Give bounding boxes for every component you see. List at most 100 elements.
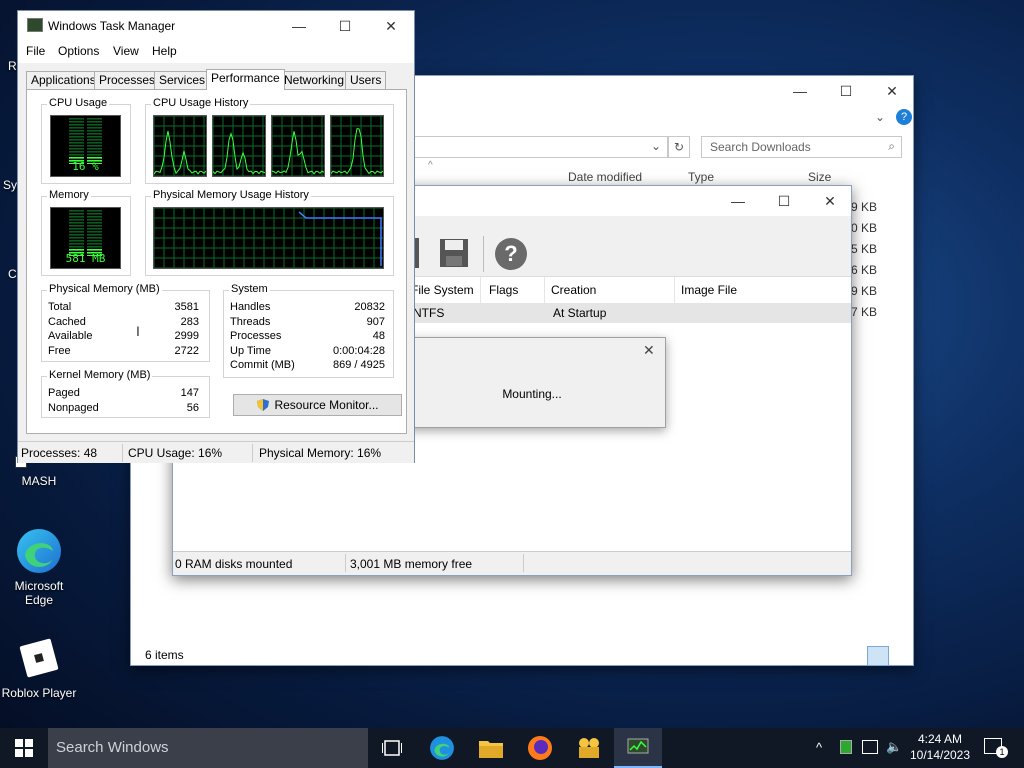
save-icon[interactable] <box>439 238 469 268</box>
media-app-icon[interactable] <box>565 728 613 768</box>
stat-row: Free 2722 <box>48 345 199 357</box>
tab-networking[interactable]: Networking <box>279 71 350 89</box>
maximize-button[interactable]: ☐ <box>823 76 869 106</box>
details-view-icon[interactable] <box>867 646 889 666</box>
system-label: System <box>229 283 270 295</box>
maximize-button[interactable]: ☐ <box>322 11 368 41</box>
desktop-icon-roblox[interactable]: Roblox Player <box>1 634 77 700</box>
column-header-date[interactable]: Date modified <box>568 170 642 184</box>
minimize-button[interactable]: — <box>276 11 322 41</box>
menu-help[interactable]: Help <box>152 44 177 58</box>
tab-applications[interactable]: Applications <box>26 71 101 89</box>
search-input[interactable]: Search Downloads ⌕ <box>701 136 902 158</box>
column-header-creation[interactable]: Creation <box>545 277 675 303</box>
column-header-type[interactable]: Type <box>688 170 714 184</box>
resource-monitor-button[interactable]: Resource Monitor... <box>233 394 402 416</box>
column-header-flags[interactable]: Flags <box>483 277 545 303</box>
help-icon[interactable]: ? <box>495 238 527 270</box>
stat-row: Cached 283 <box>48 316 199 328</box>
minimize-button[interactable]: — <box>777 76 823 106</box>
roblox-icon <box>15 634 63 682</box>
menu-options[interactable]: Options <box>58 44 99 58</box>
tab-processes[interactable]: Processes <box>94 71 161 89</box>
close-button[interactable]: ✕ <box>807 186 853 216</box>
file-explorer-icon[interactable] <box>467 728 515 768</box>
cpu-usage-label: CPU Usage <box>47 97 110 109</box>
help-icon[interactable]: ? <box>896 109 912 125</box>
tab-users[interactable]: Users <box>345 71 387 89</box>
status-memory: Physical Memory: 16% <box>259 446 382 460</box>
tray-app-icon[interactable] <box>840 740 852 754</box>
tray-chevron-up-icon[interactable]: ^ <box>816 740 822 755</box>
clock[interactable]: 4:24 AM 10/14/2023 <box>906 731 974 763</box>
cpu-usage-group: CPU Usage 16 % <box>41 97 131 184</box>
task-manager-window[interactable]: Windows Task Manager — ☐ ✕ File Options … <box>17 10 415 463</box>
stat-row: Total 3581 <box>48 301 199 313</box>
firefox-icon[interactable] <box>516 728 564 768</box>
chevron-down-icon[interactable]: ⌄ <box>651 139 661 153</box>
minimize-button[interactable]: — <box>715 186 761 216</box>
address-bar[interactable]: ⌄ <box>411 136 668 158</box>
volume-muted-icon[interactable]: 🔈 <box>886 739 902 755</box>
text-cursor-icon: I <box>136 323 140 339</box>
physical-memory-label: Physical Memory (MB) <box>47 283 162 295</box>
cpu-history-graph-core <box>330 115 384 177</box>
edge-taskbar-icon[interactable] <box>418 728 466 768</box>
refresh-icon[interactable]: ↻ <box>668 136 690 158</box>
memory-history-label: Physical Memory Usage History <box>151 189 311 201</box>
start-button[interactable] <box>0 728 48 768</box>
cpu-history-graph-core <box>271 115 325 177</box>
kernel-memory-group: Kernel Memory (MB) Paged 147 Nonpaged 56 <box>41 369 210 418</box>
status-cpu: CPU Usage: 16% <box>128 446 223 460</box>
size-cell: 5 KB <box>851 242 878 256</box>
column-header-image-file[interactable]: Image File <box>675 277 851 303</box>
status-memory-free: 3,001 MB memory free <box>350 557 473 571</box>
menu-view[interactable]: View <box>113 44 139 58</box>
cpu-usage-meter: 16 % <box>50 115 121 177</box>
stat-row: Available 2999 <box>48 330 199 342</box>
stat-row: Processes 48 <box>230 330 385 342</box>
mounting-dialog[interactable]: ✕ Mounting... <box>398 337 666 428</box>
size-cell: 9 KB <box>851 200 878 214</box>
sort-up-icon: ^ <box>428 160 433 171</box>
close-button[interactable]: ✕ <box>368 11 414 41</box>
status-disks-mounted: 0 RAM disks mounted <box>175 557 293 571</box>
desktop-icon-label: MASH <box>21 474 57 488</box>
size-cell: 0 KB <box>851 221 878 235</box>
column-header-size[interactable]: Size <box>808 170 831 184</box>
task-manager-taskbar-icon[interactable] <box>614 728 662 768</box>
search-placeholder: Search Downloads <box>710 140 811 154</box>
column-header-filesystem[interactable]: File System <box>405 277 481 303</box>
cpu-history-label: CPU Usage History <box>151 97 251 109</box>
memory-label: Memory <box>47 189 91 201</box>
menu-file[interactable]: File <box>26 44 45 58</box>
shield-icon <box>257 399 270 411</box>
ribbon-expand-icon[interactable]: ⌄ <box>875 110 885 124</box>
edge-icon <box>15 527 63 575</box>
search-icon: ⌕ <box>888 139 895 153</box>
performance-page: CPU Usage 16 % CPU Usage History Memory … <box>26 89 407 434</box>
task-view-icon[interactable] <box>368 728 416 768</box>
tab-performance[interactable]: Performance <box>206 69 285 90</box>
task-manager-icon <box>27 18 43 32</box>
network-icon[interactable] <box>862 740 878 754</box>
memory-history-graph <box>153 207 384 269</box>
toolbar-divider <box>483 236 484 272</box>
close-button[interactable]: ✕ <box>869 76 915 106</box>
notification-badge: 1 <box>996 746 1008 758</box>
desktop-icon-label: Roblox Player <box>1 686 77 700</box>
status-bar: Processes: 48 CPU Usage: 16% Physical Me… <box>18 441 414 463</box>
memory-group: Memory 581 MB <box>41 189 131 276</box>
maximize-button[interactable]: ☐ <box>761 186 807 216</box>
title-bar[interactable]: Windows Task Manager — ☐ ✕ <box>18 11 414 41</box>
windows-logo-icon <box>15 739 33 757</box>
tab-services[interactable]: Services <box>154 71 211 89</box>
filesystem-cell: NTFS <box>413 306 445 320</box>
window-title: Windows Task Manager <box>48 19 176 33</box>
taskbar-search-input[interactable]: Search Windows <box>48 728 368 768</box>
close-button[interactable]: ✕ <box>643 342 655 359</box>
large-icons-view-icon[interactable] <box>891 646 911 666</box>
desktop-icon-edge[interactable]: Microsoft Edge <box>1 527 77 607</box>
desktop-partial-label: C <box>8 267 17 281</box>
cpu-history-graph-core <box>153 115 207 177</box>
